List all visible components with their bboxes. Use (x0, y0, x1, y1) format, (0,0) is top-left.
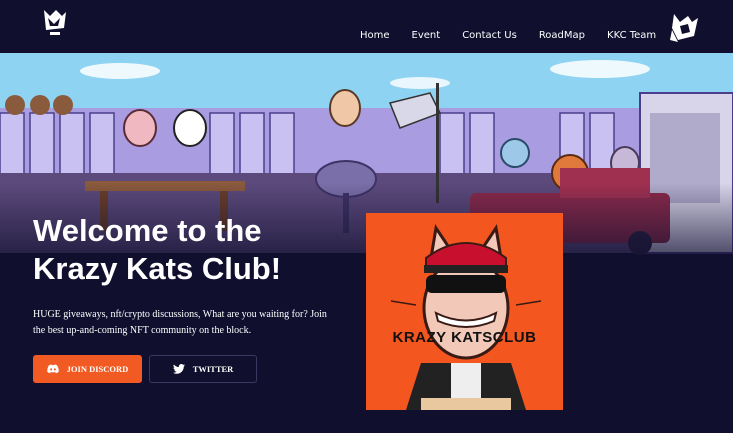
nav-kkc-team[interactable]: KKC Team (607, 30, 656, 41)
nav-event[interactable]: Event (412, 30, 441, 41)
cat-nft-illustration (366, 213, 563, 410)
hero-title-line2: Krazy Kats Club! (33, 251, 282, 286)
twitter-label: TWITTER (192, 364, 234, 374)
nav-contact-us[interactable]: Contact Us (462, 30, 517, 41)
join-discord-label: JOIN DISCORD (66, 364, 129, 374)
twitter-button[interactable]: TWITTER (149, 355, 257, 383)
nav-roadmap[interactable]: RoadMap (539, 30, 585, 41)
navbar: Home Event Contact Us RoadMap KKC Team (0, 0, 733, 53)
cat-mascot-icon[interactable] (668, 12, 702, 44)
kkc-logo[interactable] (40, 6, 70, 40)
hero-description: HUGE giveaways, nft/crypto discussions, … (33, 309, 327, 336)
nav-home[interactable]: Home (360, 30, 390, 41)
discord-icon (46, 364, 59, 374)
join-discord-button[interactable]: JOIN DISCORD (33, 355, 142, 383)
hero-title: Welcome to the Krazy Kats Club! (33, 212, 353, 288)
card-title: KRAZY KATSCLUB (392, 329, 537, 346)
hero-title-line1: Welcome to the (33, 213, 262, 248)
twitter-icon (172, 364, 185, 374)
nft-showcase-card: KRAZY KATSCLUB (366, 213, 563, 410)
main-nav: Home Event Contact Us RoadMap KKC Team (360, 30, 678, 41)
